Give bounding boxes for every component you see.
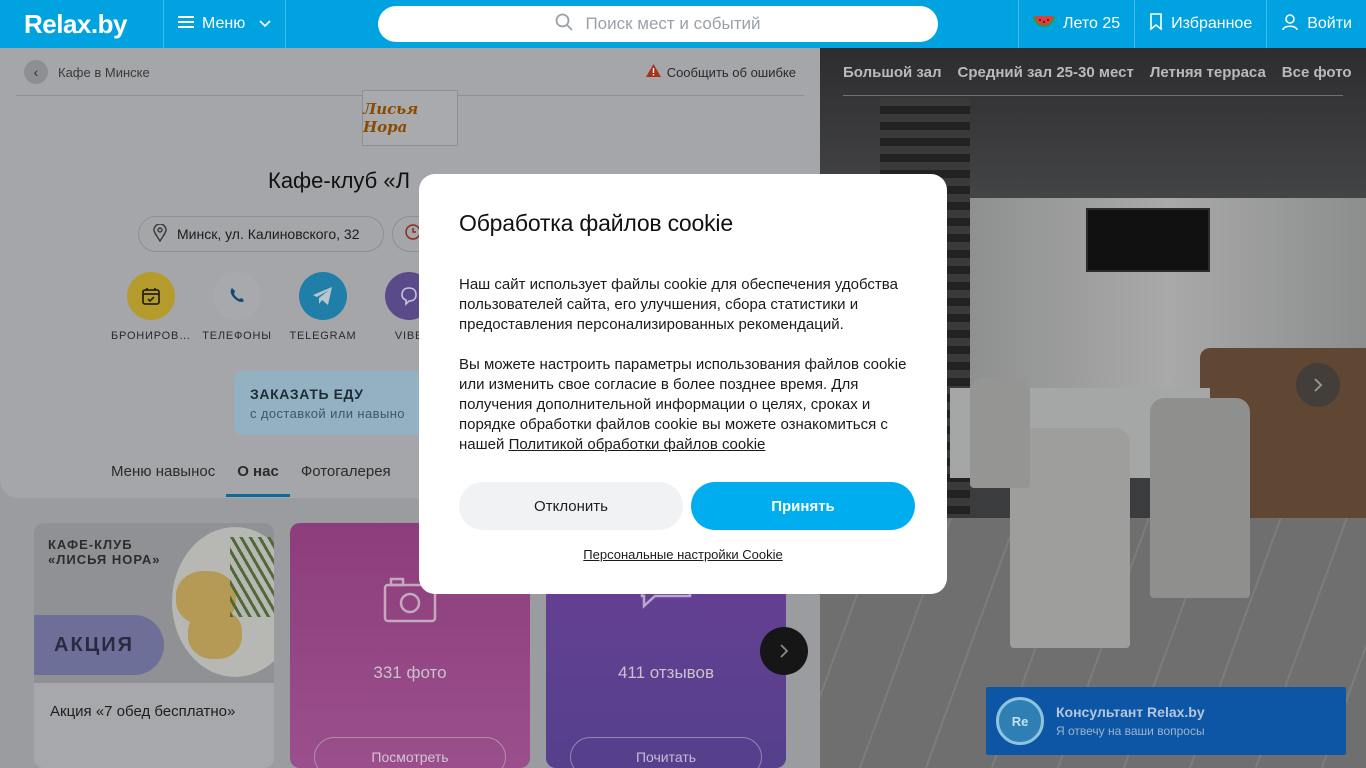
promo-text: Акция «7 обед бесплатно» [50,703,236,720]
tiles-next-button[interactable] [760,627,808,675]
summer-link[interactable]: Лето 25 [1017,0,1134,48]
chevron-right-icon [780,644,789,658]
chevron-right-icon [1314,378,1323,392]
promo-header-line: «ЛИСЬЯ НОРА» [48,552,161,567]
divider [843,95,1343,96]
summer-label: Лето 25 [1062,15,1121,32]
map-pin-icon [153,222,167,245]
quick-actions: БРОНИРОВ… ТЕЛЕФОНЫ TELEGRAM VIBE [108,272,452,342]
cookie-paragraph-1: Наш сайт использует файлы cookie для обе… [459,276,898,333]
tab-gallery[interactable]: Фотогалерея [290,453,402,497]
search-placeholder: Поиск мест и событий [585,14,761,33]
phones-action[interactable]: ТЕЛЕФОНЫ [194,272,280,342]
consultant-title: Консультант Relax.by [1056,704,1205,720]
warning-icon [645,64,661,80]
address-chip[interactable]: Минск, ул. Калиновского, 32 [138,216,384,252]
promo-header-line: КАФЕ-КЛУБ [48,537,133,552]
beans-image [230,537,274,617]
promo-header: КАФЕ-КЛУБ «ЛИСЬЯ НОРА» [48,537,161,567]
cookie-dialog-title: Обработка файлов cookie [459,210,733,236]
site-logo[interactable]: Relax.by [0,0,164,48]
calendar-icon [127,272,175,320]
order-food-subtitle: с доставкой или навыно [250,406,405,421]
menu-button[interactable]: Меню [164,0,286,48]
photo-count: 331 фото [373,663,447,682]
bookmark-icon [1149,12,1163,36]
phone-icon [213,272,261,320]
login-label: Войти [1307,15,1352,32]
gallery-tab-terrace[interactable]: Летняя терраса [1150,64,1266,81]
breadcrumb[interactable]: ‹ Кафе в Минске [24,60,150,84]
gallery-tab-all-photos[interactable]: Все фото [1282,64,1352,81]
telegram-action[interactable]: TELEGRAM [280,272,366,342]
decline-button[interactable]: Отклонить [459,482,683,530]
watermelon-icon [1032,15,1055,34]
tab-about[interactable]: О нас [226,453,290,497]
promo-tile[interactable]: КАФЕ-КЛУБ «ЛИСЬЯ НОРА» АКЦИЯ Акция «7 об… [34,523,274,768]
order-food-title: ЗАКАЗАТЬ ЕДУ [250,386,364,402]
promo-image: КАФЕ-КЛУБ «ЛИСЬЯ НОРА» АКЦИЯ [34,523,274,683]
address-text: Минск, ул. Калиновского, 32 [177,226,360,242]
menu-label: Меню [202,15,246,32]
telegram-label: TELEGRAM [289,330,357,342]
tab-takeaway-menu[interactable]: Меню навынос [100,453,226,497]
breadcrumb-label: Кафе в Минске [58,64,150,80]
order-food-banner[interactable]: ЗАКАЗАТЬ ЕДУ с доставкой или навыно [234,371,434,435]
login-link[interactable]: Войти [1266,0,1366,48]
read-reviews-button[interactable]: Почитать [570,737,762,768]
cookie-policy-link[interactable]: Политикой обработки файлов cookie [509,436,766,453]
gallery-next-button[interactable] [1296,363,1340,407]
review-count: 411 отзывов [617,663,715,682]
search-icon [555,13,574,36]
cookie-dialog: Обработка файлов cookie Наш сайт использ… [419,174,947,594]
consultant-subtitle: Я отвечу на ваши вопросы [1056,724,1205,738]
promo-badge: АКЦИЯ [34,615,164,675]
hamburger-icon [178,15,194,34]
phones-label: ТЕЛЕФОНЫ [202,330,272,342]
avatar: Re [996,697,1044,745]
report-error-link[interactable]: Сообщить об ошибке [645,64,796,80]
gallery-tab-main-hall[interactable]: Большой зал [843,64,942,81]
cookie-paragraph-2: Вы можете настроить параметры использова… [459,355,907,455]
venue-logo: Лисья Нора [362,90,458,146]
back-arrow-icon[interactable]: ‹ [24,60,48,84]
venue-tabs: Меню навынос О нас Фотогалерея [100,453,402,497]
view-photos-button[interactable]: Посмотреть [314,737,506,768]
report-label: Сообщить об ошибке [666,64,796,80]
chevron-down-icon [259,15,271,33]
favorites-label: Избранное [1171,15,1253,32]
photo-chair [1150,398,1250,598]
venue-title: Кафе-клуб «Л [268,168,411,193]
photo-chair [970,378,1030,488]
telegram-icon [299,272,347,320]
photo-tv [1086,208,1210,272]
gallery-tab-medium-hall[interactable]: Средний зал 25-30 мест [958,64,1134,81]
booking-action[interactable]: БРОНИРОВ… [108,272,194,342]
booking-label: БРОНИРОВ… [111,330,191,342]
accept-button[interactable]: Принять [691,482,915,530]
favorites-link[interactable]: Избранное [1134,0,1266,48]
cookie-settings-link[interactable]: Персональные настройки Cookie [419,547,947,562]
user-icon [1281,13,1299,36]
gallery-tabs: Большой зал Средний зал 25-30 мест Летня… [843,64,1352,81]
search-input[interactable]: Поиск мест и событий [378,6,938,42]
top-navbar: Relax.by Меню Поиск мест и событий Лето … [0,0,1366,48]
consultant-widget[interactable]: Re Консультант Relax.by Я отвечу на ваши… [986,687,1346,755]
